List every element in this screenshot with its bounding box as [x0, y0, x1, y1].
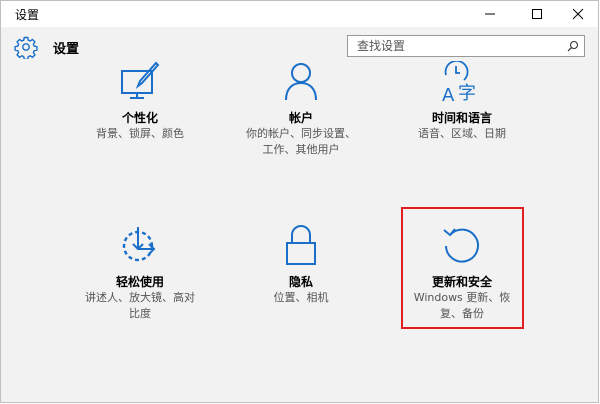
maximize-button[interactable]: [515, 1, 559, 27]
svg-text:A: A: [442, 85, 455, 103]
highlight-box: [401, 207, 524, 329]
tile-ease-of-access[interactable]: 轻松使用 讲述人、放大镜、高对 比度: [65, 225, 215, 325]
search-icon[interactable]: [567, 40, 579, 52]
minimize-icon: [485, 13, 495, 15]
tile-time-language[interactable]: A 字 时间和语言 语音、区域、日期: [387, 61, 537, 141]
tile-label: 轻松使用: [115, 275, 164, 289]
time-language-icon: A 字: [442, 61, 476, 103]
tile-privacy[interactable]: 隐私 位置、相机: [226, 225, 376, 305]
window-title: 设置: [15, 8, 40, 22]
gear-icon: [14, 36, 38, 59]
tile-label: 隐私: [288, 275, 313, 289]
search-input[interactable]: [348, 36, 558, 56]
search-box[interactable]: [347, 35, 585, 57]
tile-desc-line: 比度: [129, 307, 151, 320]
tile-desc-line: 工作、其他用户: [262, 143, 340, 156]
lock-icon: [286, 225, 316, 265]
tile-desc-line: 背景、锁屏、颜色: [96, 127, 184, 140]
tile-label: 帐户: [288, 111, 313, 125]
minimize-button[interactable]: [468, 1, 512, 27]
close-icon: [572, 8, 584, 20]
ease-of-access-icon: [122, 227, 156, 262]
settings-window: 设置 设置 查找设置 个性化 背景、锁屏、颜色 帐户 你的帐户、同步设置、 工作…: [0, 0, 599, 403]
personalization-icon: [121, 61, 160, 99]
maximize-icon: [532, 9, 542, 19]
tile-label: 个性化: [121, 111, 158, 125]
tile-desc-line: 位置、相机: [273, 291, 329, 304]
tile-desc-line: 语音、区域、日期: [418, 127, 506, 140]
account-icon: [285, 63, 317, 101]
tile-personalization[interactable]: 个性化 背景、锁屏、颜色: [65, 61, 215, 141]
tile-label: 时间和语言: [431, 111, 492, 125]
tile-accounts[interactable]: 帐户 你的帐户、同步设置、 工作、其他用户: [226, 61, 376, 161]
svg-text:字: 字: [458, 83, 476, 103]
title-bar[interactable]: 设置: [1, 1, 598, 27]
close-button[interactable]: [556, 1, 600, 27]
page-title: 设置: [53, 42, 80, 57]
